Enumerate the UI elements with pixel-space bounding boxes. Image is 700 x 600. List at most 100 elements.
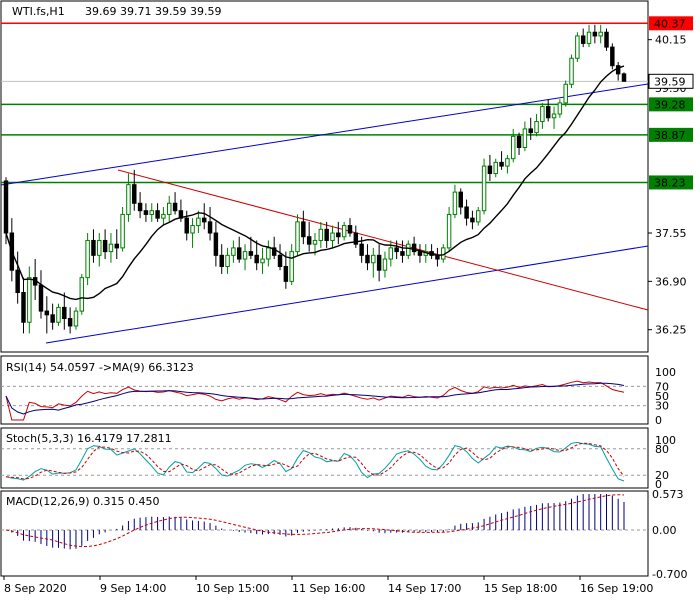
candle-body	[330, 232, 335, 241]
candle-body	[400, 251, 405, 256]
candle-body	[598, 31, 603, 37]
candle-body	[382, 258, 388, 271]
candle-body	[213, 232, 219, 256]
candle-body	[371, 254, 376, 264]
chart-canvas: 1007050300 10080200 0.5730.00-0.700 40.1…	[0, 0, 694, 595]
candle-body	[149, 210, 154, 215]
candle-body	[446, 213, 452, 249]
candle-body	[610, 46, 615, 67]
candle-body	[534, 120, 539, 134]
candle-body	[557, 102, 563, 115]
candle-body	[248, 251, 254, 256]
candle-body	[79, 277, 85, 312]
candle-body	[73, 310, 79, 327]
candle-body	[359, 243, 364, 256]
candle-body	[563, 83, 568, 104]
candle-body	[266, 247, 271, 260]
candle-body	[417, 251, 423, 256]
candle-body	[38, 284, 44, 312]
candle-body	[67, 318, 73, 327]
candle-body	[569, 57, 574, 85]
candle-body	[592, 31, 598, 37]
candle-body	[231, 247, 236, 256]
macd-title: MACD(12,26,9) 0.315 0.450	[6, 495, 160, 508]
level-label: 38.23	[654, 176, 686, 189]
candle-body	[376, 254, 382, 271]
price-tick-label: 36.90	[655, 275, 687, 288]
candle-body	[120, 213, 125, 249]
time-tick-label: 10 Sep 15:00	[196, 582, 269, 595]
candle-body	[50, 314, 55, 323]
candle-body	[476, 210, 481, 223]
candle-body	[44, 310, 50, 316]
candle-body	[85, 239, 90, 279]
rsi-title: RSI(14) 54.0597 ->MA(9) 66.3123	[6, 361, 194, 374]
candle-body	[27, 277, 32, 323]
candle-body	[551, 113, 557, 119]
candle-body	[580, 35, 586, 44]
candle-body	[394, 247, 399, 253]
candle-body	[56, 306, 61, 323]
candle-body	[365, 254, 370, 264]
candle-body	[62, 306, 67, 320]
price-tick-label: 36.25	[655, 324, 687, 337]
candle-body	[254, 254, 259, 264]
candle-body	[225, 254, 230, 267]
candle-body	[301, 221, 306, 238]
candle-body	[458, 191, 463, 208]
macd-tick-label: 0.573	[652, 488, 684, 501]
candle-body	[21, 292, 26, 323]
macd-tick-label: -0.700	[652, 568, 687, 581]
candle-body	[91, 239, 96, 256]
candle-body	[388, 247, 394, 260]
candle-body	[295, 221, 300, 253]
price-tick-label: 40.15	[655, 34, 687, 47]
candle-body	[481, 165, 487, 212]
price-panel	[0, 0, 649, 353]
candle-body	[114, 243, 120, 249]
candle-body	[277, 254, 283, 267]
rsi-tick-label: 100	[655, 366, 676, 379]
time-tick-label: 9 Sep 14:00	[100, 582, 166, 595]
current-price-label: 39.59	[654, 75, 686, 88]
candle-body	[621, 73, 627, 82]
rsi-tick-label: 30	[655, 400, 669, 413]
candle-body	[545, 106, 551, 119]
candle-body	[137, 202, 143, 212]
candle-body	[306, 236, 312, 245]
candle-body	[341, 225, 347, 238]
candle-body	[196, 217, 201, 227]
candle-body	[464, 206, 469, 219]
candle-body	[190, 225, 195, 234]
candle-body	[201, 217, 207, 223]
candle-body	[604, 31, 609, 48]
candle-body	[126, 184, 131, 215]
time-tick-label: 15 Sep 18:00	[484, 582, 557, 595]
candle-body	[347, 225, 353, 234]
macd-tick-label: 0.00	[652, 524, 677, 537]
candle-body	[236, 247, 242, 260]
candle-body	[184, 217, 189, 234]
chart-ohlc: 39.69 39.71 39.59 39.59	[85, 5, 221, 18]
candle-body	[452, 191, 458, 215]
stoch-tick-label: 80	[655, 443, 669, 456]
time-tick-label: 16 Sep 19:00	[580, 582, 653, 595]
candle-body	[207, 221, 213, 234]
candle-body	[219, 254, 224, 267]
level-label: 38.87	[654, 129, 686, 142]
candle-body	[143, 210, 149, 215]
candle-body	[108, 243, 114, 253]
candle-body	[540, 106, 545, 122]
candle-body	[499, 161, 504, 167]
candle-body	[324, 228, 329, 241]
candle-body	[260, 258, 265, 264]
candle-body	[161, 213, 166, 219]
candle-body	[575, 35, 580, 59]
candle-body	[172, 202, 178, 212]
candle-body	[487, 165, 493, 175]
candle-body	[167, 202, 172, 215]
price-tick-label: 37.55	[655, 227, 687, 240]
candle-body	[283, 265, 289, 282]
level-label: 40.37	[654, 17, 686, 30]
candle-body	[336, 232, 341, 238]
